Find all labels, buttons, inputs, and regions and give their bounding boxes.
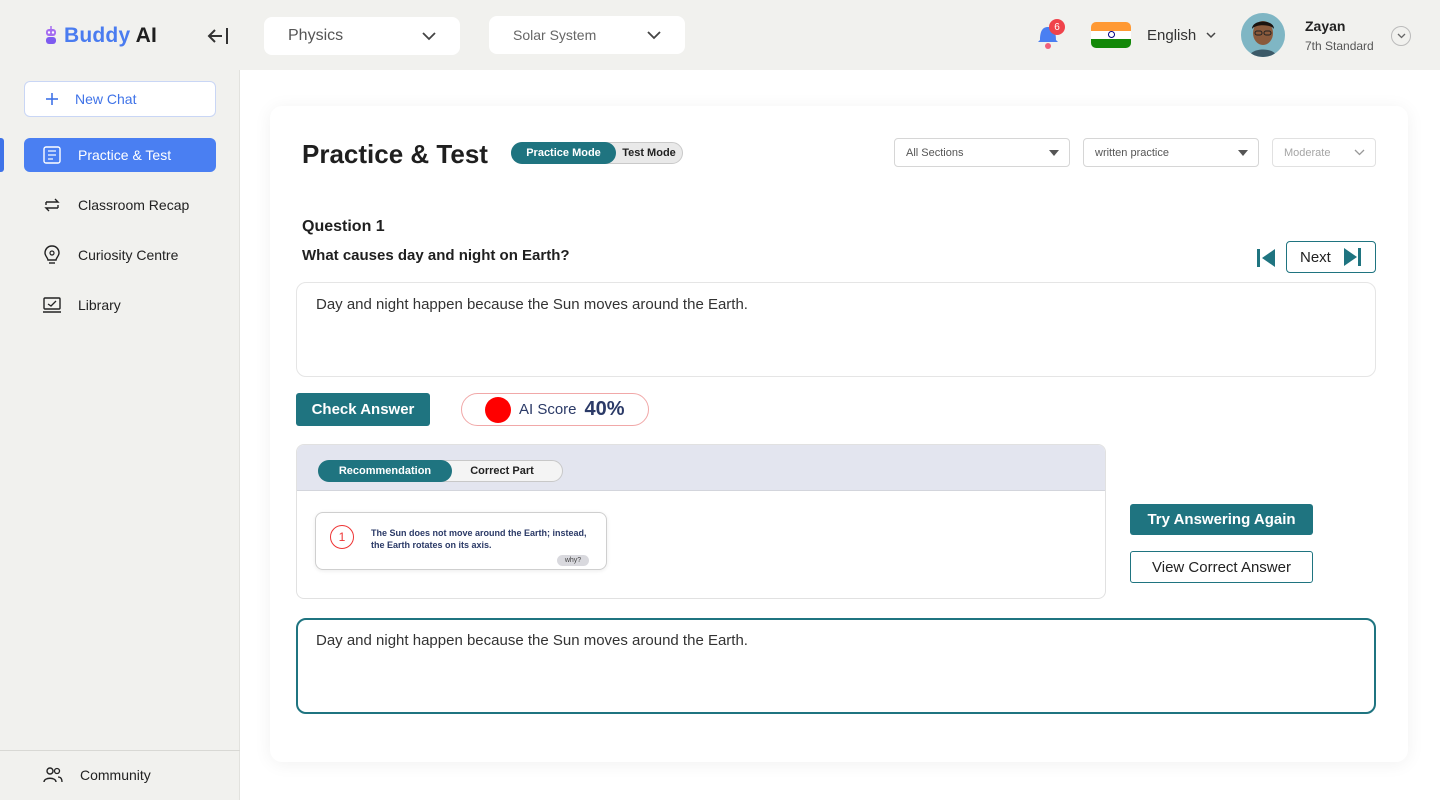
chevron-down-icon xyxy=(422,31,436,40)
sidebar: New Chat Practice & Test Classroom Recap… xyxy=(0,70,240,800)
brand-name: Buddy AI xyxy=(64,24,157,47)
robot-icon xyxy=(46,26,56,44)
recommendation-number: 1 xyxy=(330,525,354,549)
feedback-tabs[interactable]: Recommendation Correct Part xyxy=(318,460,563,482)
community-icon xyxy=(43,767,63,783)
active-nav-marker xyxy=(0,138,4,172)
brand[interactable]: Buddy AI xyxy=(44,24,157,48)
feedback-panel-header: Recommendation Correct Part xyxy=(297,445,1105,491)
library-icon xyxy=(43,297,61,313)
sections-filter[interactable]: All Sections xyxy=(894,138,1070,167)
why-button[interactable]: why? xyxy=(557,555,589,566)
chevron-down-icon xyxy=(1397,33,1405,39)
difficulty-filter-value: Moderate xyxy=(1284,146,1331,159)
user-grade: 7th Standard xyxy=(1305,39,1374,53)
mode-toggle[interactable]: Practice Mode Test Mode xyxy=(511,142,683,164)
feedback-panel: Recommendation Correct Part 1 The Sun do… xyxy=(296,444,1106,599)
tab-recommendation[interactable]: Recommendation xyxy=(318,460,452,482)
question-text: What causes day and night on Earth? xyxy=(302,247,570,264)
page-title: Practice & Test xyxy=(302,139,488,169)
chevron-down-icon xyxy=(1206,32,1216,39)
practice-type-filter[interactable]: written practice xyxy=(1083,138,1259,167)
sidebar-item-library[interactable]: Library xyxy=(24,288,216,322)
recommendation-text: The Sun does not move around the Earth; … xyxy=(371,528,587,550)
try-again-button[interactable]: Try Answering Again xyxy=(1130,504,1313,535)
notification-badge: 6 xyxy=(1049,19,1065,35)
subject-select[interactable]: Physics xyxy=(264,17,460,55)
tab-correct-part[interactable]: Correct Part xyxy=(452,460,552,482)
sidebar-item-label: Library xyxy=(78,297,121,313)
check-answer-button[interactable]: Check Answer xyxy=(296,393,430,426)
new-chat-label: New Chat xyxy=(75,91,137,107)
top-bar: Buddy AI Physics Solar System 6 English xyxy=(0,0,1440,70)
practice-type-filter-value: written practice xyxy=(1095,146,1169,159)
sidebar-item-curiosity-centre[interactable]: Curiosity Centre xyxy=(24,238,216,272)
question-number: Question 1 xyxy=(302,218,385,235)
avatar[interactable] xyxy=(1241,13,1285,57)
chevron-down-icon xyxy=(1354,149,1365,156)
answer-input[interactable]: Day and night happen because the Sun mov… xyxy=(296,618,1376,714)
caret-down-icon xyxy=(1049,149,1059,156)
ai-score-label: AI Score xyxy=(519,401,577,418)
next-question-button[interactable]: Next xyxy=(1286,241,1376,273)
lightbulb-icon xyxy=(44,245,60,264)
view-correct-answer-button[interactable]: View Correct Answer xyxy=(1130,551,1313,583)
sidebar-item-label: Classroom Recap xyxy=(78,197,190,213)
chevron-down-icon xyxy=(647,30,661,39)
ai-score-value: 40% xyxy=(584,398,625,420)
india-flag-icon xyxy=(1091,22,1131,48)
score-indicator xyxy=(485,396,511,423)
chapter-select[interactable]: Solar System xyxy=(489,16,685,54)
answer-display: Day and night happen because the Sun mov… xyxy=(296,282,1376,377)
sidebar-item-classroom-recap[interactable]: Classroom Recap xyxy=(24,188,216,222)
practice-icon xyxy=(43,146,61,164)
difficulty-filter[interactable]: Moderate xyxy=(1272,138,1376,167)
new-chat-button[interactable]: New Chat xyxy=(24,81,216,117)
sidebar-item-practice-test[interactable]: Practice & Test xyxy=(24,138,216,172)
sections-filter-value: All Sections xyxy=(906,146,964,159)
subject-select-value: Physics xyxy=(288,27,344,44)
user-photo-icon xyxy=(1241,13,1285,57)
next-icon xyxy=(1343,248,1361,266)
user-name: Zayan xyxy=(1305,18,1346,34)
caret-down-icon xyxy=(1238,149,1248,156)
sidebar-item-community[interactable]: Community xyxy=(24,758,216,792)
practice-mode-tab[interactable]: Practice Mode xyxy=(511,142,616,164)
sidebar-item-label: Practice & Test xyxy=(78,147,172,163)
language-value: English xyxy=(1147,27,1197,44)
sidebar-item-label: Curiosity Centre xyxy=(78,247,179,263)
test-mode-tab[interactable]: Test Mode xyxy=(616,142,682,164)
sidebar-divider xyxy=(0,750,240,751)
next-label: Next xyxy=(1300,248,1331,266)
collapse-sidebar-icon[interactable] xyxy=(206,25,230,47)
user-menu-button[interactable] xyxy=(1391,26,1411,46)
language-select[interactable]: English xyxy=(1147,27,1216,44)
previous-question-icon[interactable] xyxy=(1255,247,1277,269)
ai-score-badge: AI Score 40% xyxy=(461,393,649,426)
recap-icon xyxy=(44,198,60,212)
plus-icon xyxy=(46,93,58,105)
sidebar-item-label: Community xyxy=(80,767,151,783)
chapter-select-value: Solar System xyxy=(513,27,597,43)
recommendation-card: 1 The Sun does not move around the Earth… xyxy=(315,512,607,570)
